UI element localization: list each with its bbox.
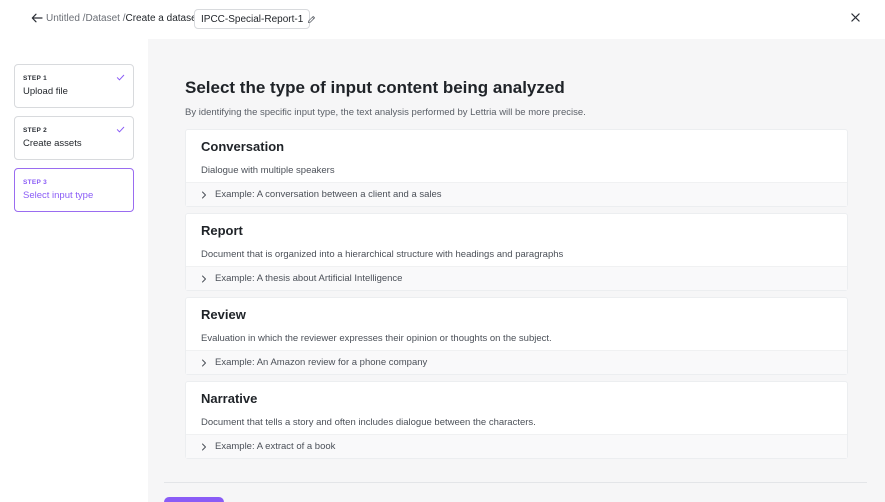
pencil-icon xyxy=(307,15,315,23)
breadcrumb-untitled[interactable]: Untitled / xyxy=(46,13,85,24)
arrow-left-icon xyxy=(31,13,43,23)
step-upload-file[interactable]: STEP 1 Upload file xyxy=(14,64,134,108)
close-icon xyxy=(850,12,860,22)
option-card-narrative[interactable]: Narrative Document that tells a story an… xyxy=(185,381,848,459)
main-content: Select the type of input content being a… xyxy=(148,39,885,502)
breadcrumb-create-dataset: Create a dataset xyxy=(125,13,200,24)
step-label: Upload file xyxy=(23,86,68,97)
option-card-review[interactable]: Review Evaluation in which the reviewer … xyxy=(185,297,848,375)
checkmark-icon xyxy=(116,74,125,81)
step-label: Select input type xyxy=(23,190,94,201)
footer-divider xyxy=(164,482,867,483)
edit-name-button[interactable] xyxy=(304,12,318,26)
breadcrumb-dataset[interactable]: Dataset / xyxy=(85,13,125,24)
option-example-text: Example: A extract of a book xyxy=(215,441,336,452)
option-example-toggle[interactable]: Example: A extract of a book xyxy=(186,434,847,458)
option-example-text: Example: An Amazon review for a phone co… xyxy=(215,357,428,368)
option-example-toggle[interactable]: Example: A conversation between a client… xyxy=(186,182,847,206)
step-select-input-type[interactable]: STEP 3 Select input type xyxy=(14,168,134,212)
page-subtitle: By identifying the specific input type, … xyxy=(185,107,586,118)
option-title: Narrative xyxy=(201,391,258,406)
page-title: Select the type of input content being a… xyxy=(185,78,565,97)
option-example-toggle[interactable]: Example: An Amazon review for a phone co… xyxy=(186,350,847,374)
step-number: STEP 3 xyxy=(23,179,48,186)
step-label: Create assets xyxy=(23,138,82,149)
option-title: Conversation xyxy=(201,139,285,154)
step-number: STEP 1 xyxy=(23,75,48,82)
option-description: Dialogue with multiple speakers xyxy=(201,165,335,176)
checkmark-icon xyxy=(116,126,125,133)
close-button[interactable] xyxy=(847,9,863,25)
option-example-text: Example: A conversation between a client… xyxy=(215,189,442,200)
option-description: Evaluation in which the reviewer express… xyxy=(201,333,552,344)
option-card-report[interactable]: Report Document that is organized into a… xyxy=(185,213,848,291)
option-description: Document that tells a story and often in… xyxy=(201,417,536,428)
dataset-name-field[interactable]: IPCC-Special-Report-1 xyxy=(194,9,311,29)
chevron-right-icon xyxy=(201,359,209,367)
top-bar: Untitled / Dataset / Create a dataset IP… xyxy=(0,0,885,39)
chevron-right-icon xyxy=(201,191,209,199)
next-button[interactable] xyxy=(164,497,224,502)
option-example-text: Example: A thesis about Artificial Intel… xyxy=(215,273,403,284)
breadcrumb: Untitled / Dataset / Create a dataset xyxy=(46,13,199,24)
steps-sidebar: STEP 1 Upload file STEP 2 Create assets … xyxy=(0,39,148,502)
option-title: Review xyxy=(201,307,246,322)
chevron-right-icon xyxy=(201,275,209,283)
step-create-assets[interactable]: STEP 2 Create assets xyxy=(14,116,134,160)
option-title: Report xyxy=(201,223,243,238)
option-description: Document that is organized into a hierar… xyxy=(201,249,564,260)
option-example-toggle[interactable]: Example: A thesis about Artificial Intel… xyxy=(186,266,847,290)
chevron-right-icon xyxy=(201,443,209,451)
step-number: STEP 2 xyxy=(23,127,48,134)
back-button[interactable] xyxy=(28,9,46,27)
option-card-conversation[interactable]: Conversation Dialogue with multiple spea… xyxy=(185,129,848,207)
